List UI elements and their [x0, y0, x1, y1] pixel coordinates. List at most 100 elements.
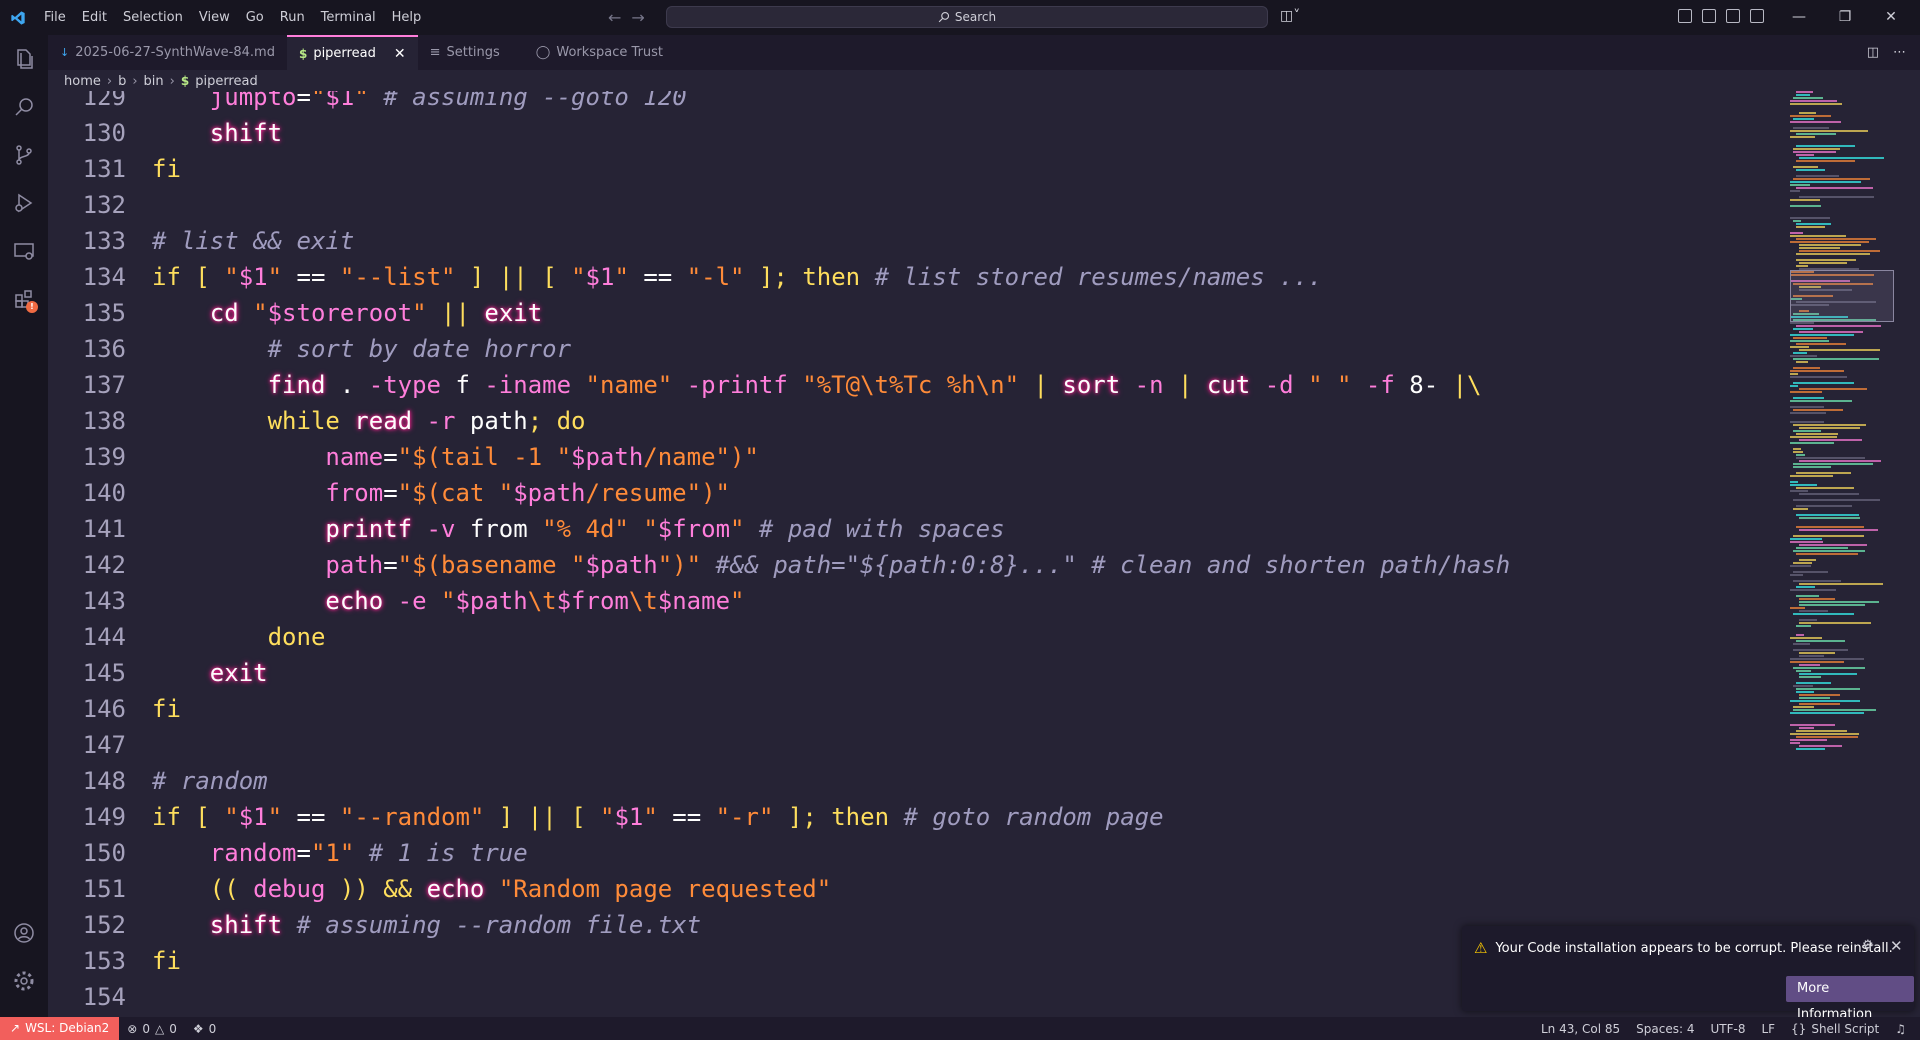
- code-editor[interactable]: 129 jumpto="$1" # assuming --goto 120 130…: [48, 91, 1784, 1017]
- accounts-icon[interactable]: [0, 909, 48, 957]
- restore-icon[interactable]: ❐: [1822, 0, 1868, 35]
- minimap-line: [1796, 682, 1831, 684]
- encoding[interactable]: UTF-8: [1702, 1022, 1753, 1036]
- remote-indicator[interactable]: ↗ WSL: Debian2: [0, 1017, 120, 1040]
- minimap-line: [1799, 244, 1861, 246]
- minimap-line: [1790, 205, 1821, 207]
- minimap-line: [1796, 526, 1864, 528]
- line-number: 143: [82, 587, 126, 615]
- minimap-line: [1796, 238, 1876, 240]
- code-line: 129 jumpto="$1" # assuming --goto 120: [48, 91, 1510, 115]
- title-bar: File Edit Selection View Go Run Terminal…: [0, 0, 1920, 35]
- tab-synthwave-md[interactable]: ↓ 2025-06-27-SynthWave-84.md: [48, 35, 287, 70]
- more-information-button[interactable]: More Information: [1786, 976, 1914, 1022]
- minimap-line: [1790, 436, 1837, 438]
- minimap-line: [1793, 508, 1808, 510]
- minimap-line: [1793, 430, 1821, 432]
- indentation[interactable]: Spaces: 4: [1628, 1022, 1702, 1036]
- notifications-bell-icon[interactable]: ♫: [1887, 1022, 1914, 1036]
- minimap-line: [1799, 604, 1865, 606]
- minimap-line: [1799, 529, 1878, 531]
- minimap-line: [1796, 487, 1854, 489]
- code-line: 141 printf -v from "% 4d" "$from" # pad …: [48, 511, 1510, 547]
- menu-file[interactable]: File: [36, 0, 74, 35]
- minimap-line: [1790, 589, 1836, 591]
- split-editor-icon[interactable]: ◫: [1867, 45, 1879, 60]
- breadcrumb-bin[interactable]: bin: [144, 74, 164, 89]
- line-text: fi: [152, 947, 181, 975]
- minimize-icon[interactable]: —: [1776, 0, 1822, 35]
- line-number: 135: [82, 299, 126, 327]
- problems-indicator[interactable]: ⊗ 0 △ 0: [119, 1022, 185, 1036]
- tab-piperread[interactable]: $ piperread ✕: [286, 35, 418, 70]
- minimap-line: [1793, 709, 1876, 711]
- minimap-line: [1793, 148, 1840, 150]
- menu-run[interactable]: Run: [272, 0, 313, 35]
- minimap-line: [1799, 673, 1857, 675]
- line-number: 130: [82, 119, 126, 147]
- minimap-line: [1790, 637, 1822, 639]
- search-view-icon[interactable]: [0, 83, 48, 131]
- menu-bar: File Edit Selection View Go Run Terminal…: [36, 0, 429, 35]
- menu-edit[interactable]: Edit: [74, 0, 115, 35]
- line-text: (( debug )) && echo "Random page request…: [209, 875, 832, 903]
- minimap-line: [1796, 154, 1814, 156]
- toggle-panel-icon[interactable]: [1726, 9, 1740, 23]
- code-line: 145 exit: [48, 655, 1510, 691]
- command-center-search[interactable]: Search: [666, 6, 1268, 28]
- menu-help[interactable]: Help: [384, 0, 430, 35]
- language-mode[interactable]: {} Shell Script: [1783, 1022, 1887, 1036]
- layout-controls: [1678, 9, 1764, 23]
- toggle-secondary-sidebar-icon[interactable]: [1750, 9, 1764, 23]
- cursor-position[interactable]: Ln 43, Col 85: [1533, 1022, 1628, 1036]
- close-notification-icon[interactable]: ✕: [1890, 937, 1903, 955]
- copilot-icon[interactable]: ◫˅: [1280, 8, 1300, 24]
- minimap-line: [1793, 580, 1841, 582]
- breadcrumb-file[interactable]: piperread: [195, 74, 258, 89]
- back-arrow-icon[interactable]: ←: [608, 8, 621, 27]
- menu-terminal[interactable]: Terminal: [313, 0, 384, 35]
- minimap-line: [1793, 151, 1836, 153]
- menu-go[interactable]: Go: [238, 0, 272, 35]
- run-debug-icon[interactable]: [0, 179, 48, 227]
- menu-view[interactable]: View: [191, 0, 238, 35]
- forward-arrow-icon[interactable]: →: [631, 8, 644, 27]
- close-tab-icon[interactable]: ✕: [394, 46, 406, 62]
- end-of-line[interactable]: LF: [1753, 1022, 1783, 1036]
- manage-gear-icon[interactable]: [0, 957, 48, 1005]
- breadcrumb-home[interactable]: home: [64, 74, 101, 89]
- ports-indicator[interactable]: ❖ 0: [185, 1022, 224, 1036]
- menu-selection[interactable]: Selection: [115, 0, 191, 35]
- close-window-icon[interactable]: ✕: [1868, 0, 1914, 35]
- tab-settings[interactable]: ≡ Settings: [418, 35, 512, 70]
- tab-workspace-trust[interactable]: ◯ Workspace Trust: [512, 35, 675, 70]
- history-nav: ← →: [608, 0, 645, 35]
- minimap-line: [1799, 583, 1883, 585]
- minimap-line: [1796, 634, 1804, 636]
- notification-settings-gear-icon[interactable]: ⚙: [1862, 938, 1874, 953]
- minimap-line: [1799, 601, 1879, 603]
- minimap-line: [1796, 226, 1825, 228]
- minimap-line: [1790, 334, 1854, 336]
- line-number: 139: [82, 443, 126, 471]
- more-actions-icon[interactable]: ⋯: [1893, 45, 1906, 60]
- minimap-line: [1793, 367, 1820, 369]
- minimap-line: [1799, 493, 1859, 495]
- minimap-line: [1796, 670, 1811, 672]
- extensions-icon[interactable]: !: [0, 275, 48, 323]
- code-line: 151 (( debug )) && echo "Random page req…: [48, 871, 1510, 907]
- toggle-primary-sidebar-icon[interactable]: [1702, 9, 1716, 23]
- source-control-icon[interactable]: [0, 131, 48, 179]
- minimap-slider[interactable]: [1790, 270, 1894, 322]
- customize-layout-icon[interactable]: [1678, 9, 1692, 23]
- minimap[interactable]: [1790, 91, 1910, 761]
- remote-explorer-icon[interactable]: [0, 227, 48, 275]
- breadcrumb-b[interactable]: b: [118, 74, 126, 89]
- minimap-line: [1790, 421, 1824, 423]
- minimap-line: [1790, 103, 1842, 105]
- vscode-logo-icon: [0, 0, 36, 35]
- explorer-icon[interactable]: [0, 35, 48, 83]
- minimap-line: [1796, 160, 1855, 162]
- minimap-line: [1796, 586, 1815, 588]
- minimap-line: [1793, 643, 1810, 645]
